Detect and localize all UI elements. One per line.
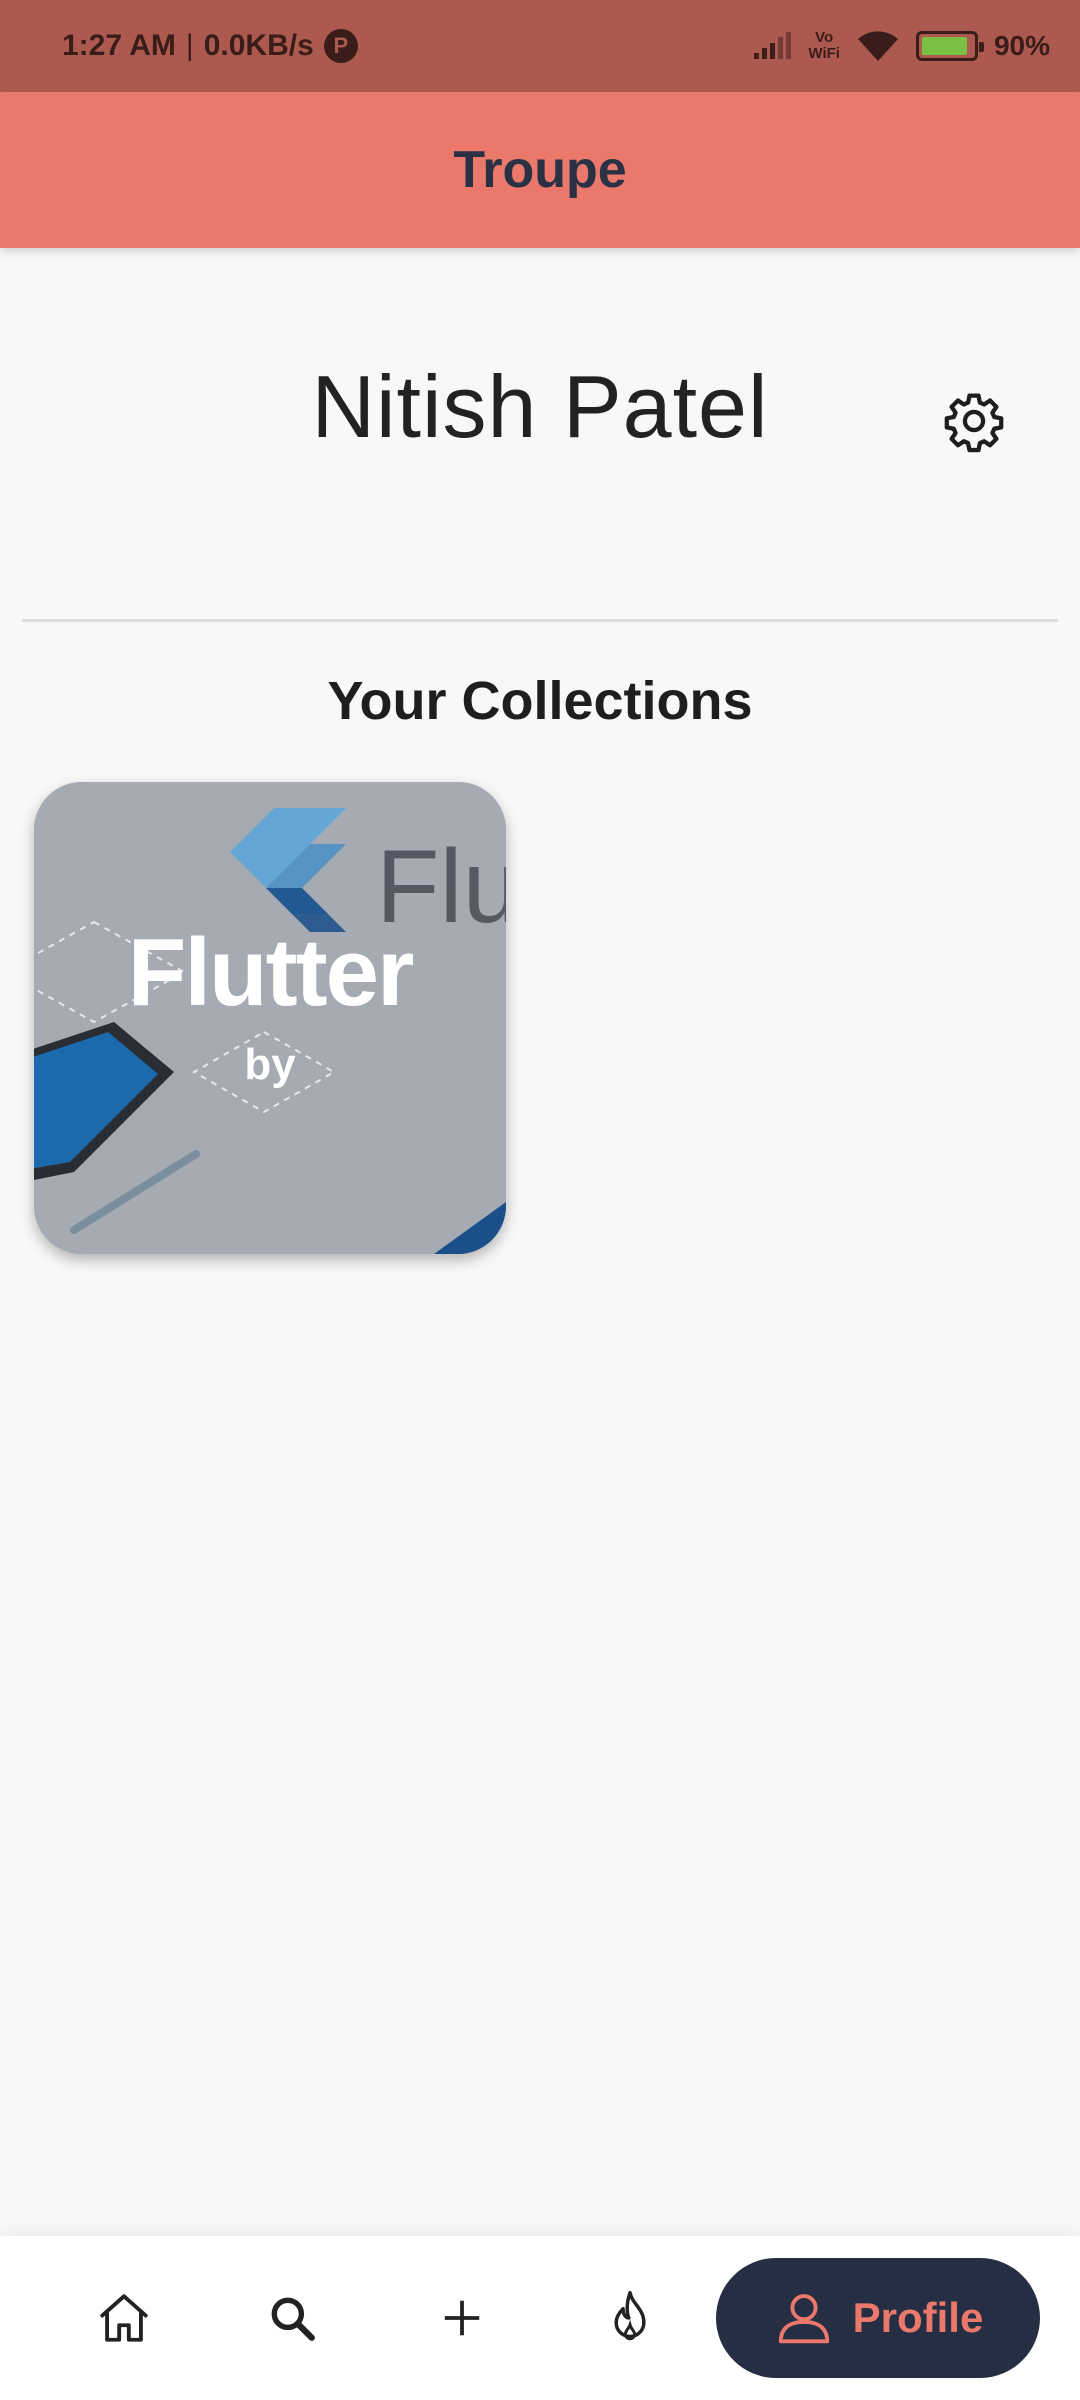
gear-icon (944, 393, 1004, 453)
app-notification-icon: P (323, 29, 358, 63)
battery-percent: 90% (993, 30, 1050, 61)
plus-icon (444, 2300, 480, 2336)
vowifi-bottom: WiFi (808, 45, 840, 62)
status-right: Vo WiFi 90% (752, 29, 1050, 63)
bottom-nav: Profile (0, 2236, 1080, 2400)
flame-icon (614, 2290, 646, 2341)
home-icon (100, 2294, 148, 2342)
collections-heading: Your Collections (327, 671, 753, 731)
divider (22, 619, 1058, 622)
status-left: 1:27 AM | 0.0KB/s P (62, 29, 358, 63)
status-separator: | (185, 29, 194, 62)
status-bar: 1:27 AM | 0.0KB/s P Vo WiFi 90% (0, 0, 1080, 92)
battery-level (921, 37, 967, 55)
wifi-icon (857, 31, 898, 61)
battery-charging-icon (915, 31, 984, 61)
settings-button[interactable] (938, 385, 1010, 457)
status-net-speed: 0.0KB/s (203, 29, 314, 62)
vowifi-icon: Vo WiFi (808, 30, 840, 62)
profile-name: Nitish Patel (311, 357, 769, 456)
nav-add[interactable] (412, 2236, 512, 2400)
profile-icon (778, 2294, 829, 2344)
status-time: 1:27 AM (62, 29, 176, 62)
nav-search[interactable] (242, 2236, 342, 2400)
nav-trending[interactable] (580, 2236, 680, 2400)
collection-card-flutter[interactable]: Flu Flutter by (34, 782, 506, 1254)
vowifi-top: Vo (815, 29, 834, 46)
nav-profile-label: Profile (852, 2294, 984, 2341)
app-title: Troupe (453, 141, 627, 199)
collection-title: Flutter (127, 919, 415, 1026)
nav-home[interactable] (74, 2236, 174, 2400)
nav-profile[interactable]: Profile (716, 2258, 1040, 2378)
collection-subtitle: by (244, 1040, 296, 1089)
app-bar: Troupe (0, 92, 1080, 248)
search-icon (271, 2297, 315, 2341)
signal-icon (754, 32, 792, 59)
